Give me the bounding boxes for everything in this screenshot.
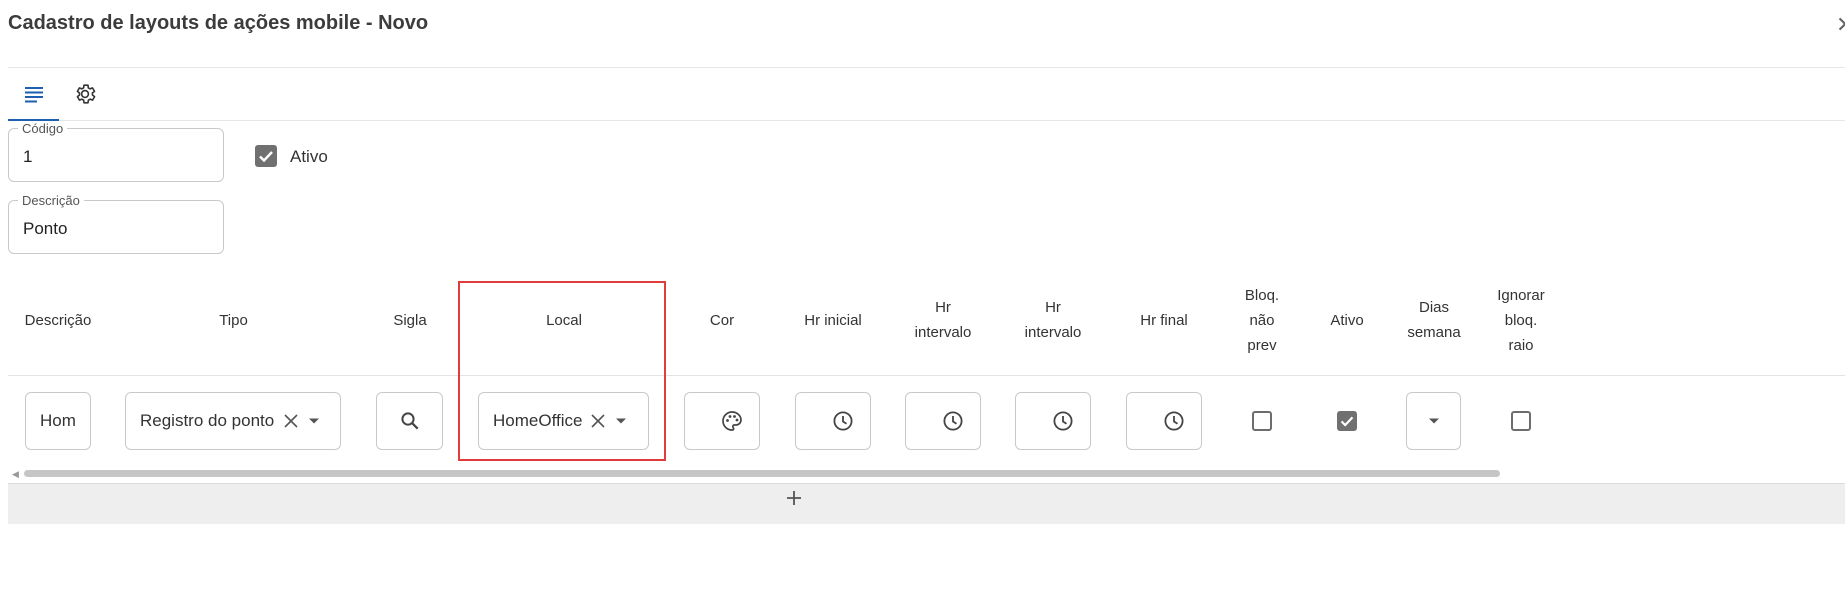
header-line: raio — [1508, 336, 1534, 354]
clock-icon — [1053, 411, 1073, 431]
clear-icon[interactable] — [284, 414, 298, 428]
descricao-label: Descrição — [22, 193, 80, 208]
row-hr-intervalo-2-picker[interactable] — [1015, 392, 1091, 450]
codigo-value: 1 — [23, 147, 33, 166]
header-tipo: Tipo — [219, 311, 248, 329]
header-hr-intervalo-2: Hr intervalo — [1015, 265, 1091, 375]
header-line: intervalo — [914, 324, 972, 341]
chevron-down-icon[interactable] — [308, 417, 320, 425]
header-bloq-nao-prev: Bloq. não prev — [1224, 265, 1300, 375]
header-line: Hr — [1045, 299, 1061, 316]
plus-icon — [787, 491, 801, 505]
grid-header-divider — [8, 375, 1845, 376]
clock-icon — [833, 411, 853, 431]
tab-list[interactable] — [8, 68, 59, 121]
row-ativo-checkbox[interactable] — [1337, 411, 1357, 431]
header-line: Dias — [1418, 299, 1449, 316]
descricao-field[interactable]: Descrição Ponto — [8, 194, 224, 254]
row-hr-final-picker[interactable] — [1126, 392, 1202, 450]
horizontal-scrollbar[interactable] — [24, 470, 1500, 477]
ativo-label: Ativo — [290, 147, 328, 166]
header-line: Ignorar — [1497, 286, 1545, 304]
header-cor: Cor — [709, 311, 735, 329]
clock-icon — [943, 411, 963, 431]
row-tipo-value: Registro do ponto — [140, 411, 275, 430]
header-sigla: Sigla — [393, 311, 427, 329]
close-icon[interactable]: ✕ — [1836, 12, 1845, 38]
check-icon — [259, 151, 273, 163]
add-row-button[interactable] — [8, 483, 1845, 524]
scroll-left-arrow[interactable]: ◀ — [12, 469, 19, 480]
codigo-field[interactable]: Código 1 — [8, 122, 224, 182]
header-line: prev — [1247, 336, 1277, 354]
list-icon — [24, 87, 43, 103]
ativo-checkbox[interactable] — [255, 145, 277, 167]
row-sigla-search-button[interactable] — [376, 392, 443, 450]
chevron-down-icon — [1428, 418, 1439, 424]
palette-icon — [722, 411, 742, 431]
row-dias-semana-select[interactable] — [1406, 392, 1461, 450]
header-hr-inicial: Hr inicial — [804, 311, 862, 329]
header-line: bloq. — [1504, 311, 1538, 329]
gear-icon — [76, 84, 95, 104]
tab-bar — [8, 67, 1845, 121]
row-ignorar-bloq-raio-checkbox[interactable] — [1511, 411, 1531, 431]
header-line: não — [1249, 311, 1275, 329]
header-line: intervalo — [1024, 324, 1082, 341]
header-ativo: Ativo — [1330, 311, 1364, 329]
tab-settings[interactable] — [59, 68, 110, 120]
header-ignorar-bloq-raio: Ignorar bloq. raio — [1483, 265, 1559, 375]
row-cor-picker[interactable] — [684, 392, 760, 450]
local-column-highlight — [458, 281, 666, 461]
row-hr-inicial-picker[interactable] — [795, 392, 871, 450]
row-descricao-value: Hom — [40, 411, 76, 430]
header-line: Bloq. — [1244, 286, 1280, 304]
row-tipo-select[interactable]: Registro do ponto — [125, 392, 341, 450]
header-descricao: Descrição — [24, 311, 92, 329]
descricao-value: Ponto — [23, 219, 68, 238]
clock-icon — [1164, 411, 1184, 431]
header-hr-intervalo-1: Hr intervalo — [905, 265, 981, 375]
row-bloq-nao-prev-checkbox[interactable] — [1252, 411, 1272, 431]
check-icon — [1340, 416, 1354, 427]
header-hr-final: Hr final — [1140, 311, 1188, 329]
header-line: Hr — [935, 299, 951, 316]
row-hr-intervalo-1-picker[interactable] — [905, 392, 981, 450]
row-descricao-input[interactable]: Hom — [25, 392, 91, 450]
dialog-title: Cadastro de layouts de ações mobile - No… — [8, 12, 429, 34]
search-icon — [400, 412, 418, 430]
header-dias-semana: Dias semana — [1396, 265, 1472, 375]
header-line: semana — [1407, 324, 1461, 341]
codigo-label: Código — [22, 121, 64, 136]
